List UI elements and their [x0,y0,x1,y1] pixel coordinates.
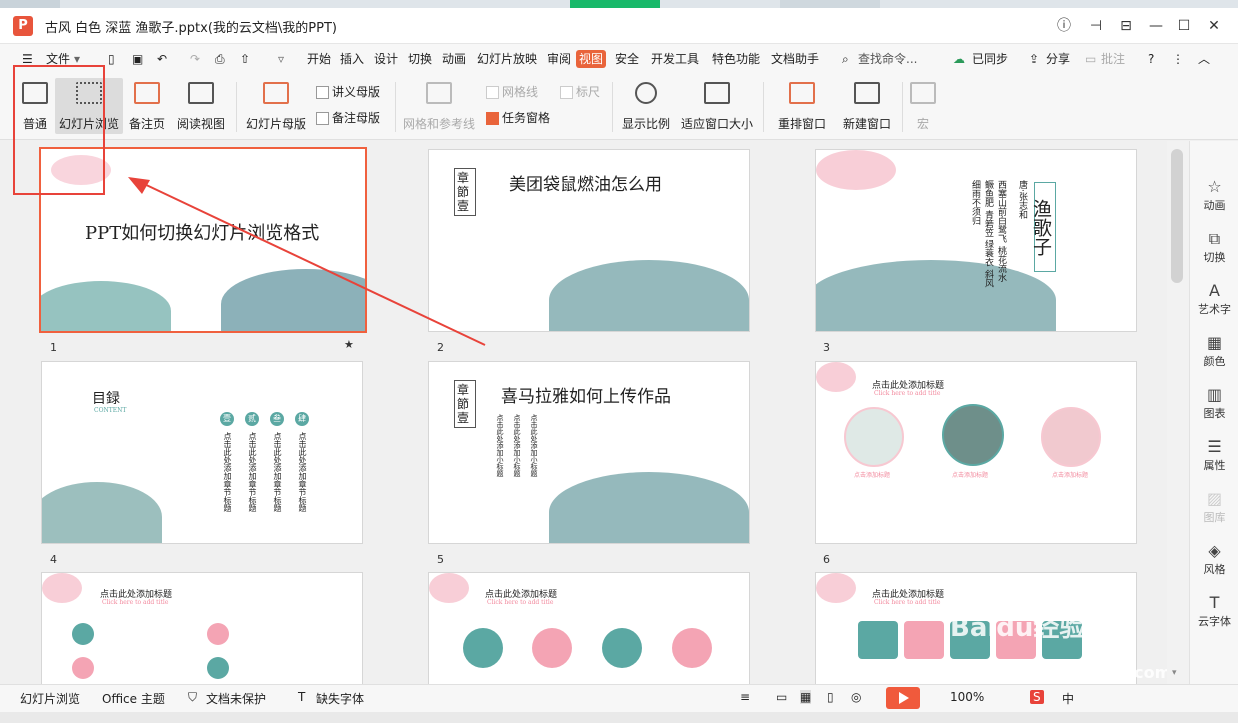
document-protection[interactable]: 文档未保护 [206,690,266,707]
wps-presentation-window: P 古风 白色 深蓝 渔歌子.pptx(我的云文档\我的PPT) ⓘ ⊣ ⊟ —… [0,0,1238,723]
play-slideshow-button[interactable] [886,687,920,709]
current-view-label: 幻灯片浏览 [20,692,81,706]
status-bar: 幻灯片浏览 Office 主题 ⛉ 文档未保护 T 缺失字体 ≡ ▭ ▦ ▯ ◎… [0,684,1238,712]
cloud-font-panel-button[interactable]: T 云字体 [1190,593,1238,629]
ime-mode[interactable]: 中 [1062,690,1074,707]
bottom-taskbar-strip [0,712,1238,723]
scroll-down-icon[interactable]: ▾ [1172,668,1177,678]
chart-panel-button[interactable]: ▥ 图表 [1190,385,1238,421]
transition-panel-button[interactable]: ⧉ 切换 [1190,229,1238,265]
missing-fonts[interactable]: 缺失字体 [316,690,364,707]
vertical-scrollbar[interactable]: ▾ [1167,141,1189,684]
color-panel-button[interactable]: ▦ 颜色 [1190,333,1238,369]
gallery-panel-button[interactable]: ▨ 图库 [1190,489,1238,525]
animation-panel-button[interactable]: ☆ 动画 [1190,177,1238,213]
annotation-arrow [128,177,486,346]
style-icon: ◈ [1208,541,1221,560]
style-panel-button[interactable]: ◈ 风格 [1190,541,1238,577]
scrollbar-thumb[interactable] [1171,149,1183,283]
transition-icon: ⧉ [1208,229,1221,248]
reading-view-icon[interactable]: ▯ [827,690,834,704]
wordart-icon: A [1209,281,1220,300]
properties-panel-button[interactable]: ☰ 属性 [1190,437,1238,473]
normal-view-icon[interactable]: ▭ [776,690,787,704]
theme-name[interactable]: Office 主题 [102,690,165,707]
animation-icon: ☆ [1207,177,1222,196]
right-task-pane: ☆ 动画 ⧉ 切换 A 艺术字 ▦ 颜色 ▥ 图表 ☰ 属性 ▨ 图库 ◈ 风格 T 云字体 [1189,141,1238,684]
sogou-ime-icon[interactable]: S [1030,690,1044,704]
color-grid-icon: ▦ [1206,333,1223,352]
shield-icon: ⛉ [188,690,198,704]
chart-icon: ▥ [1206,385,1223,404]
zoom-level[interactable]: 100% [950,690,984,704]
notes-toggle-icon[interactable]: ≡ [740,690,750,704]
properties-icon: ☰ [1207,437,1222,456]
font-icon: T [1209,593,1220,612]
presenter-icon[interactable]: ◎ [851,690,861,704]
slide-sorter-icon[interactable]: ▦ [800,690,812,704]
wordart-panel-button[interactable]: A 艺术字 [1190,281,1238,317]
gallery-icon: ▨ [1206,489,1223,508]
font-icon: T [298,690,306,704]
